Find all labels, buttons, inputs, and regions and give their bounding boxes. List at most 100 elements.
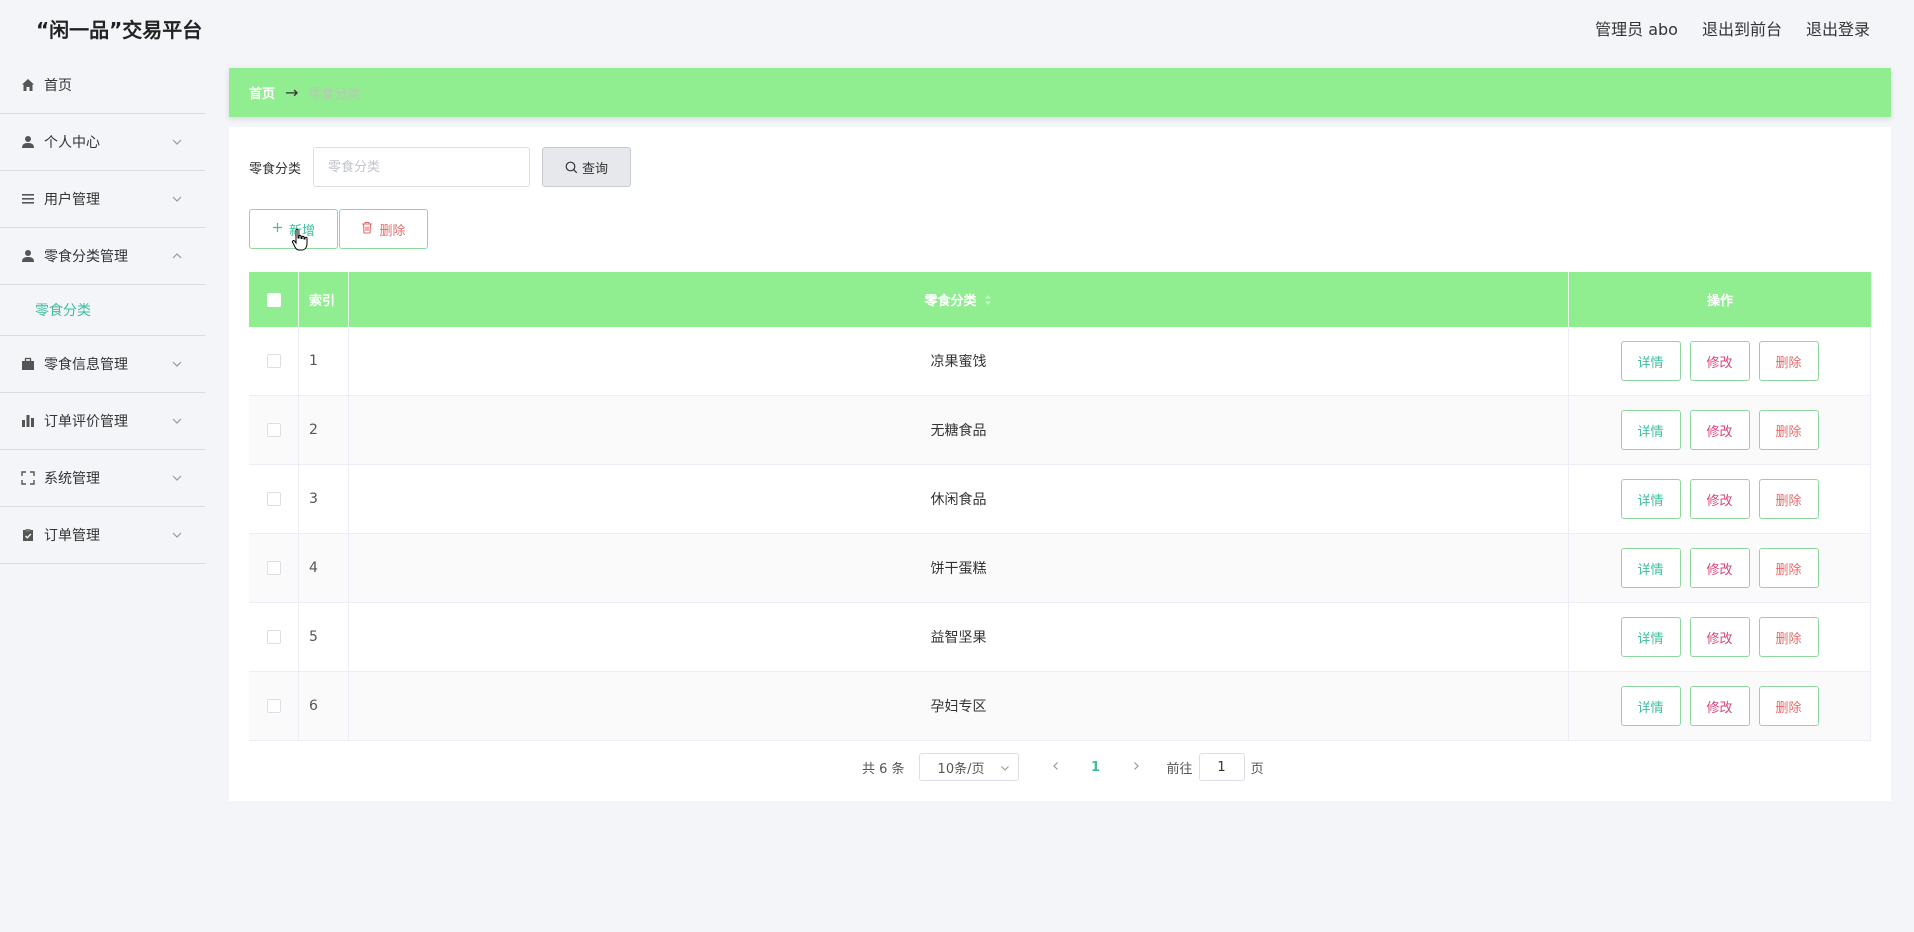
sort-icon[interactable] <box>983 294 993 306</box>
edit-button[interactable]: 修改 <box>1689 617 1750 657</box>
row-ops: 详情 修改 删除 <box>1569 603 1871 671</box>
hand-cursor-icon <box>291 228 308 251</box>
row-ops: 详情 修改 删除 <box>1569 327 1871 395</box>
home-icon <box>20 77 36 93</box>
chevron-down-icon <box>172 418 182 424</box>
detail-button[interactable]: 详情 <box>1620 410 1681 450</box>
search-row: 零食分类 查询 <box>249 147 632 187</box>
chevron-down-icon <box>172 361 182 367</box>
delete-button[interactable]: 删除 <box>1758 617 1819 657</box>
detail-button[interactable]: 详情 <box>1620 617 1681 657</box>
sidebar-item-home[interactable]: 首页 <box>0 57 205 114</box>
sidebar-item-personal-center[interactable]: 个人中心 <box>0 114 205 171</box>
row-index: 4 <box>299 534 349 602</box>
row-ops: 详情 修改 删除 <box>1569 396 1871 464</box>
clipboard-icon <box>20 527 36 543</box>
user-icon <box>20 248 36 264</box>
bulk-delete-button[interactable]: 删除 <box>339 209 428 249</box>
row-checkbox[interactable] <box>266 492 281 506</box>
header-snack-category-label: 零食分类 <box>924 294 977 309</box>
submenu: 零食分类 <box>0 285 205 336</box>
query-button-label: 查询 <box>582 161 609 177</box>
chevron-right-icon <box>1133 761 1139 770</box>
table-row: 5 益智坚果 详情 修改 删除 <box>249 603 1871 672</box>
row-checkbox[interactable] <box>266 561 281 575</box>
row-index: 2 <box>299 396 349 464</box>
row-snack-category: 益智坚果 <box>349 603 1569 671</box>
row-index: 5 <box>299 603 349 671</box>
edit-button[interactable]: 修改 <box>1689 341 1750 381</box>
search-input[interactable] <box>313 147 531 187</box>
sidebar: 首页 个人中心 用户管理 零食分类管理 零食分类 零食信息管理 订单评价管理 系… <box>0 57 205 564</box>
breadcrumb-current: 零食分类 <box>308 87 361 102</box>
row-ops: 详情 修改 删除 <box>1569 465 1871 533</box>
header-index: 索引 <box>299 272 349 327</box>
detail-button[interactable]: 详情 <box>1620 548 1681 588</box>
row-snack-category: 无糖食品 <box>349 396 1569 464</box>
detail-button[interactable]: 详情 <box>1620 479 1681 519</box>
sidebar-subitem-snack-category[interactable]: 零食分类 <box>35 300 91 320</box>
table-row: 6 孕妇专区 详情 修改 删除 <box>249 672 1871 741</box>
sidebar-item-order-review-management[interactable]: 订单评价管理 <box>0 393 205 450</box>
row-snack-category: 饼干蛋糕 <box>349 534 1569 602</box>
query-button[interactable]: 查询 <box>542 147 632 187</box>
sidebar-item-label: 个人中心 <box>44 135 100 151</box>
bar-chart-icon <box>20 413 36 429</box>
row-checkbox-cell <box>249 465 299 533</box>
table-row: 1 凉果蜜饯 详情 修改 删除 <box>249 327 1871 396</box>
sidebar-item-snack-info-management[interactable]: 零食信息管理 <box>0 336 205 393</box>
next-page-button[interactable] <box>1121 760 1151 775</box>
chevron-down-icon <box>1000 766 1009 771</box>
detail-button[interactable]: 详情 <box>1620 341 1681 381</box>
page-size-select[interactable]: 10条/页 <box>918 753 1019 781</box>
trash-icon <box>361 221 373 238</box>
goto-page: 前往 页 <box>1167 753 1264 781</box>
sidebar-item-order-management[interactable]: 订单管理 <box>0 507 205 564</box>
sidebar-item-user-management[interactable]: 用户管理 <box>0 171 205 228</box>
row-index: 6 <box>299 672 349 740</box>
sidebar-item-label: 订单评价管理 <box>44 414 128 430</box>
row-index: 1 <box>299 327 349 395</box>
row-checkbox[interactable] <box>266 423 281 437</box>
table-row: 3 休闲食品 详情 修改 删除 <box>249 465 1871 534</box>
detail-button[interactable]: 详情 <box>1620 686 1681 726</box>
header-snack-category[interactable]: 零食分类 <box>349 272 1569 327</box>
breadcrumb-home[interactable]: 首页 <box>249 83 275 102</box>
edit-button[interactable]: 修改 <box>1689 548 1750 588</box>
delete-button[interactable]: 删除 <box>1758 410 1819 450</box>
search-icon <box>565 161 578 173</box>
logout-link[interactable]: 退出登录 <box>1806 16 1870 40</box>
row-ops: 详情 修改 删除 <box>1569 534 1871 602</box>
table-body: 1 凉果蜜饯 详情 修改 删除 2 无糖食品 详情 修改 删除 3 休闲食品 详… <box>249 327 1871 741</box>
edit-button[interactable]: 修改 <box>1689 410 1750 450</box>
row-checkbox[interactable] <box>266 699 281 713</box>
chevron-up-icon <box>172 253 182 259</box>
delete-button[interactable]: 删除 <box>1758 341 1819 381</box>
row-checkbox[interactable] <box>266 630 281 644</box>
chevron-down-icon <box>172 196 182 202</box>
delete-button[interactable]: 删除 <box>1758 479 1819 519</box>
sidebar-item-system-management[interactable]: 系统管理 <box>0 450 205 507</box>
goto-page-input[interactable] <box>1198 753 1245 781</box>
sidebar-item-snack-category-management[interactable]: 零食分类管理 <box>0 228 205 285</box>
edit-button[interactable]: 修改 <box>1689 686 1750 726</box>
table-row: 2 无糖食品 详情 修改 删除 <box>249 396 1871 465</box>
pagination-total: 共 6 条 <box>862 761 905 777</box>
select-all-checkbox[interactable] <box>266 292 281 307</box>
header-checkbox-cell <box>249 272 299 327</box>
delete-button[interactable]: 删除 <box>1758 686 1819 726</box>
fullscreen-icon <box>20 470 36 486</box>
row-ops: 详情 修改 删除 <box>1569 672 1871 740</box>
edit-button[interactable]: 修改 <box>1689 479 1750 519</box>
page-size-value: 10条/页 <box>937 761 985 777</box>
prev-page-button[interactable] <box>1041 760 1071 775</box>
row-checkbox-cell <box>249 327 299 395</box>
action-row: 新增 删除 <box>249 209 428 249</box>
delete-button[interactable]: 删除 <box>1758 548 1819 588</box>
back-to-front-link[interactable]: 退出到前台 <box>1702 16 1782 40</box>
search-label: 零食分类 <box>249 161 302 177</box>
page-number-current[interactable]: 1 <box>1071 760 1121 775</box>
row-checkbox[interactable] <box>266 354 281 368</box>
table-header: 索引 零食分类 操作 <box>249 272 1871 327</box>
chevron-down-icon <box>172 139 182 145</box>
